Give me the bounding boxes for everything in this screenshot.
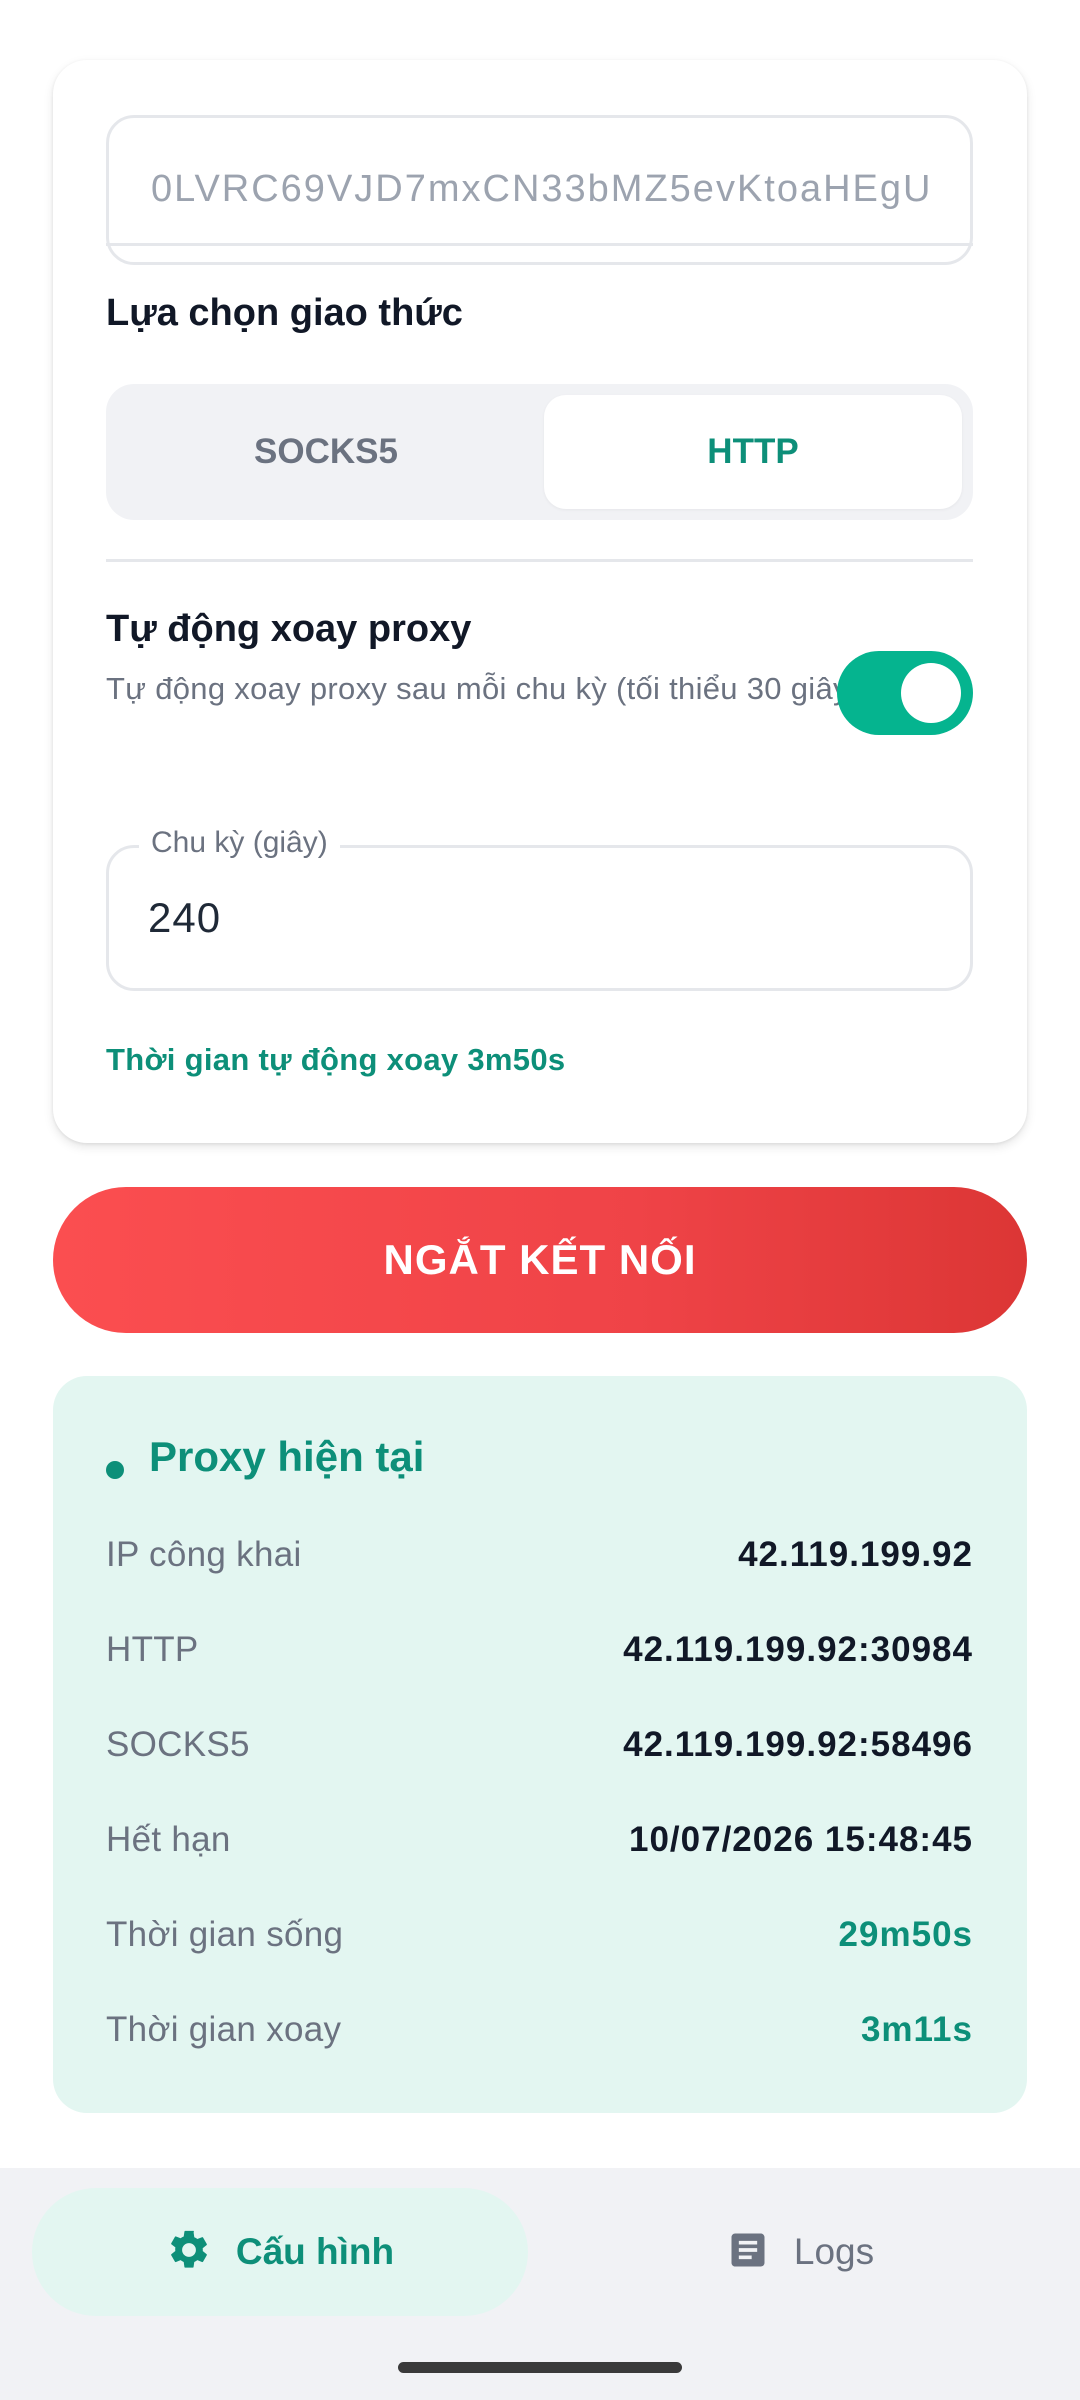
proxy-row-expiry: Hết hạn 10/07/2026 15:48:45 — [106, 1815, 973, 1865]
row-label: HTTP — [106, 1630, 199, 1669]
row-value: 42.119.199.92:58496 — [623, 1725, 973, 1764]
auto-rotate-description: Tự động xoay proxy sau mỗi chu kỳ (tối t… — [106, 671, 860, 706]
row-value: 29m50s — [838, 1915, 973, 1954]
row-label: Thời gian sống — [106, 1915, 344, 1954]
proxy-row-lifetime: Thời gian sống 29m50s — [106, 1910, 973, 1960]
auto-rotate-title: Tự động xoay proxy — [106, 608, 472, 650]
nav-tab-config-label: Cấu hình — [235, 2231, 395, 2272]
row-label: IP công khai — [106, 1535, 302, 1574]
proxy-row-http: HTTP 42.119.199.92:30984 — [106, 1625, 973, 1675]
status-dot-icon — [106, 1461, 124, 1479]
nav-tab-logs-label: Logs — [793, 2231, 875, 2272]
api-key-value: 0LVRC69VJD7mxCN33bMZ5evKtoaHEgU — [151, 168, 933, 210]
nav-tab-logs[interactable]: Logs — [552, 2188, 1048, 2316]
row-label: Thời gian xoay — [106, 2010, 342, 2049]
row-label: Hết hạn — [106, 1820, 231, 1859]
protocol-option-socks5[interactable]: SOCKS5 — [117, 395, 535, 509]
document-icon — [726, 2228, 770, 2277]
period-input-value: 240 — [148, 894, 222, 941]
settings-card: 0LVRC69VJD7mxCN33bMZ5evKtoaHEgU Lựa chọn… — [53, 60, 1027, 1143]
row-value: 10/07/2026 15:48:45 — [629, 1820, 973, 1859]
divider — [106, 243, 973, 246]
protocol-option-http[interactable]: HTTP — [544, 395, 962, 509]
nav-tab-config[interactable]: Cấu hình — [32, 2188, 528, 2316]
protocol-section-title: Lựa chọn giao thức — [106, 292, 463, 334]
current-proxy-title: Proxy hiện tại — [149, 1433, 425, 1480]
current-proxy-panel: Proxy hiện tại IP công khai 42.119.199.9… — [53, 1376, 1027, 2113]
proxy-row-rotate-time: Thời gian xoay 3m11s — [106, 2005, 973, 2055]
auto-rotate-toggle[interactable] — [837, 651, 973, 735]
toggle-knob — [901, 663, 961, 723]
main-scroll-area[interactable]: 0LVRC69VJD7mxCN33bMZ5evKtoaHEgU Lựa chọn… — [0, 0, 1080, 2168]
period-input-label: Chu kỳ (giây) — [139, 826, 340, 860]
period-input[interactable]: Chu kỳ (giây) 240 — [106, 826, 973, 991]
proxy-row-public-ip: IP công khai 42.119.199.92 — [106, 1530, 973, 1580]
row-value: 42.119.199.92:30984 — [623, 1630, 973, 1669]
row-label: SOCKS5 — [106, 1725, 250, 1764]
protocol-segmented-control: SOCKS5 HTTP — [106, 384, 973, 520]
auto-rotate-timer: Thời gian tự động xoay 3m50s — [106, 1042, 566, 1077]
gear-icon — [166, 2227, 212, 2278]
row-value: 42.119.199.92 — [738, 1535, 973, 1574]
proxy-row-socks5: SOCKS5 42.119.199.92:58496 — [106, 1720, 973, 1770]
disconnect-button[interactable]: NGẮT KẾT NỐI — [53, 1187, 1027, 1333]
divider — [106, 559, 973, 562]
home-indicator[interactable] — [398, 2362, 682, 2373]
row-value: 3m11s — [860, 2010, 973, 2049]
